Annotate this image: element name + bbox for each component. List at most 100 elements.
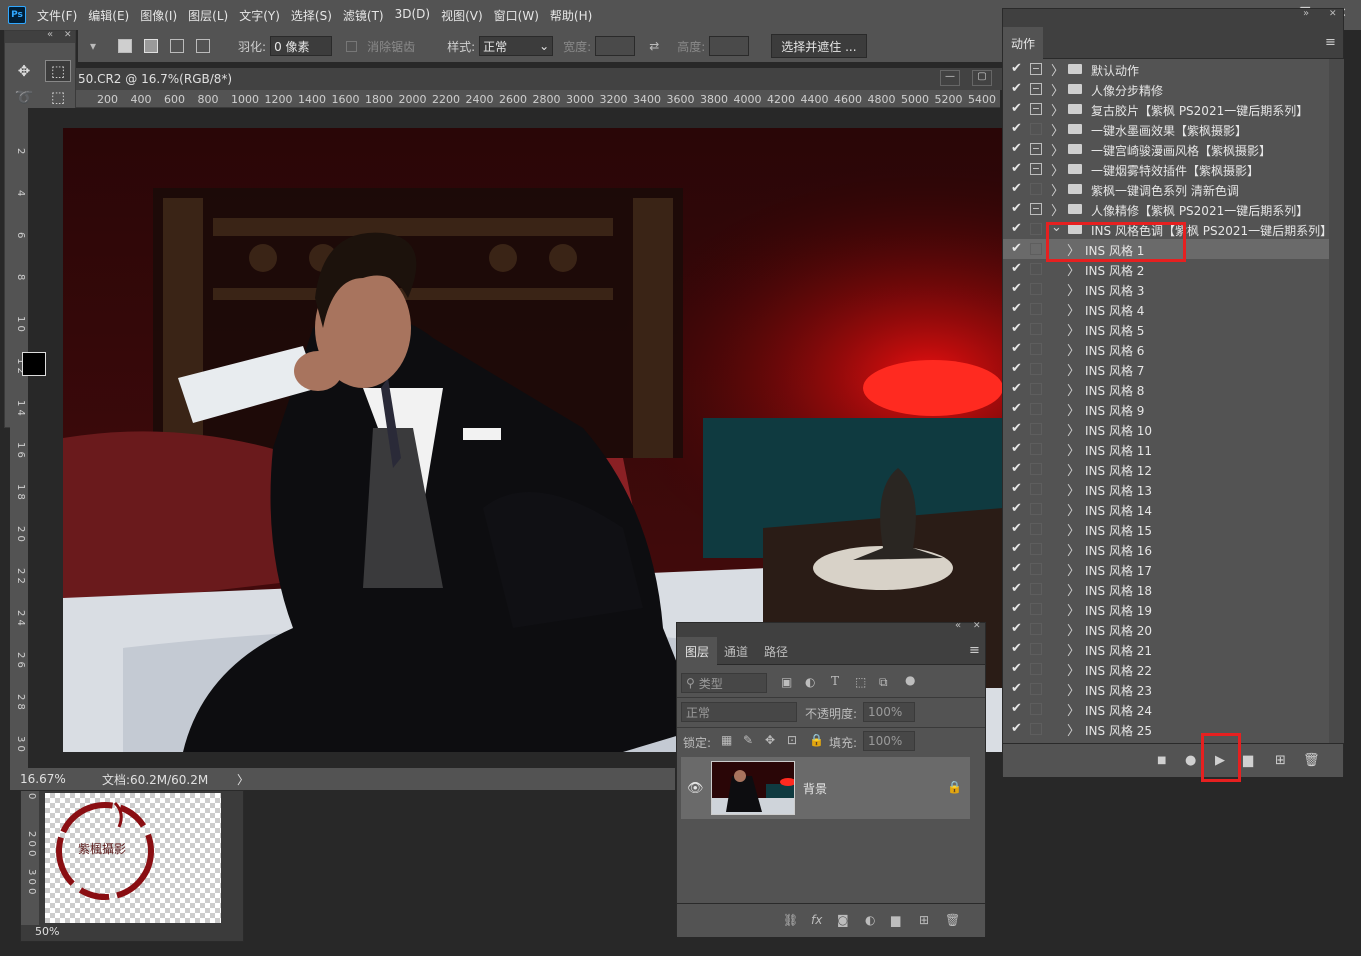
menu-item[interactable]: 3D(D) [394, 5, 431, 26]
visibility-eye-icon[interactable]: 👁 [687, 781, 704, 796]
action-row[interactable]: ✔ 〉 INS 风格 14 [1003, 499, 1329, 519]
close-icon[interactable]: ✕ [973, 621, 981, 631]
dialog-toggle-icon[interactable] [1030, 603, 1042, 615]
lock-position-icon[interactable]: ✥ [765, 733, 775, 747]
dialog-toggle-icon[interactable] [1030, 683, 1042, 695]
height-input[interactable] [709, 36, 750, 56]
chevron-right-icon[interactable]: 〉 [1067, 720, 1080, 739]
tab-paths[interactable]: 路径 [757, 637, 795, 665]
chevron-right-icon[interactable]: 〉 [1051, 180, 1064, 199]
dialog-toggle-icon[interactable] [1030, 383, 1042, 395]
toggle-check-icon[interactable]: ✔ [1011, 461, 1022, 476]
antialias-checkbox[interactable] [346, 40, 358, 52]
action-set-row[interactable]: ✔ 〉 复古胶片【紫枫 PS2021一键后期系列】 [1003, 99, 1329, 119]
filter-toggle-icon[interactable]: ● [905, 673, 915, 687]
dialog-toggle-icon[interactable] [1030, 283, 1042, 295]
action-row[interactable]: ✔ 〉 INS 风格 19 [1003, 599, 1329, 619]
fill-input[interactable]: 100% [863, 731, 915, 751]
action-row[interactable]: ✔ 〉 INS 风格 13 [1003, 479, 1329, 499]
action-row[interactable]: ✔ 〉 INS 风格 2 [1003, 259, 1329, 279]
dialog-toggle-icon[interactable] [1030, 543, 1042, 555]
chevron-right-icon[interactable]: 〉 [1067, 540, 1080, 559]
chevron-right-icon[interactable]: 〉 [1067, 660, 1080, 679]
menu-item[interactable]: 窗口(W) [493, 5, 540, 26]
action-row[interactable]: ✔ 〉 INS 风格 21 [1003, 639, 1329, 659]
stop-icon[interactable]: ■ [1157, 755, 1166, 766]
tab-channels[interactable]: 通道 [717, 637, 755, 665]
layer-filter-select[interactable]: ⚲ 类型 [681, 673, 767, 693]
chevron-right-icon[interactable]: 〉 [1067, 260, 1080, 279]
dialog-toggle-icon[interactable] [1030, 703, 1042, 715]
subtract-selection-icon[interactable] [170, 39, 185, 53]
action-row[interactable]: ✔ 〉 INS 风格 7 [1003, 359, 1329, 379]
action-row[interactable]: ✔ 〉 INS 风格 15 [1003, 519, 1329, 539]
dialog-toggle-icon[interactable] [1030, 563, 1042, 575]
action-set-row[interactable]: ✔ 〉 一键宫崎骏漫画风格【紫枫摄影】 [1003, 139, 1329, 159]
action-row[interactable]: ✔ 〉 INS 风格 12 [1003, 459, 1329, 479]
toggle-check-icon[interactable]: ✔ [1011, 101, 1022, 116]
chevron-right-icon[interactable]: 〉 [1067, 420, 1080, 439]
tab-layers[interactable]: 图层 [677, 637, 717, 665]
dialog-toggle-icon[interactable] [1030, 263, 1042, 275]
chevron-right-icon[interactable]: 〉 [1067, 380, 1080, 399]
toggle-check-icon[interactable]: ✔ [1011, 421, 1022, 436]
add-selection-icon[interactable] [144, 39, 159, 53]
dialog-toggle-icon[interactable] [1030, 663, 1042, 675]
chevron-right-icon[interactable]: 〉 [1067, 400, 1080, 419]
chevron-right-icon[interactable]: 〉 [1067, 360, 1080, 379]
toggle-check-icon[interactable]: ✔ [1011, 341, 1022, 356]
menu-item[interactable]: 滤镜(T) [342, 5, 385, 26]
chevron-right-icon[interactable]: 〉 [1051, 100, 1064, 119]
chevron-right-icon[interactable]: 〉 [1067, 500, 1080, 519]
toggle-check-icon[interactable]: ✔ [1011, 181, 1022, 196]
object-select-tool-icon[interactable]: ⬚ [45, 86, 71, 108]
dialog-toggle-icon[interactable] [1030, 363, 1042, 375]
toggle-check-icon[interactable]: ✔ [1011, 541, 1022, 556]
action-row[interactable]: ✔ 〉 INS 风格 4 [1003, 299, 1329, 319]
document-tab[interactable]: 50.CR2 @ 16.7%(RGB/8*) — ▢ [76, 68, 1006, 90]
dialog-toggle-icon[interactable] [1030, 403, 1042, 415]
toggle-check-icon[interactable]: ✔ [1011, 321, 1022, 336]
toggle-check-icon[interactable]: ✔ [1011, 361, 1022, 376]
action-row[interactable]: ✔ 〉 INS 风格 16 [1003, 539, 1329, 559]
action-row[interactable]: ✔ 〉 INS 风格 22 [1003, 659, 1329, 679]
transparent-canvas[interactable]: 紫楓攝影 [45, 793, 221, 923]
dialog-toggle-icon[interactable] [1030, 423, 1042, 435]
action-set-row[interactable]: ✔ 〉 一键水墨画效果【紫枫摄影】 [1003, 119, 1329, 139]
chevron-right-icon[interactable]: 〉 [1067, 320, 1080, 339]
action-row[interactable]: ✔ 〉 INS 风格 5 [1003, 319, 1329, 339]
dialog-toggle-icon[interactable] [1030, 103, 1042, 115]
menu-item[interactable]: 图像(I) [139, 5, 178, 26]
toggle-check-icon[interactable]: ✔ [1011, 161, 1022, 176]
toggle-check-icon[interactable]: ✔ [1011, 201, 1022, 216]
filter-adjust-icon[interactable]: ◐ [805, 675, 815, 689]
menu-item[interactable]: 帮助(H) [549, 5, 593, 26]
fx-icon[interactable]: fx [811, 913, 822, 927]
chevron-right-icon[interactable]: 〉 [1067, 620, 1080, 639]
action-row[interactable]: ✔ 〉 INS 风格 23 [1003, 679, 1329, 699]
toggle-check-icon[interactable]: ✔ [1011, 61, 1022, 76]
chevron-right-icon[interactable]: 〉 [1067, 440, 1080, 459]
preset-dropdown-icon[interactable]: ▾ [90, 39, 96, 53]
action-row[interactable]: ✔ 〉 INS 风格 10 [1003, 419, 1329, 439]
toggle-check-icon[interactable]: ✔ [1011, 561, 1022, 576]
toggle-check-icon[interactable]: ✔ [1011, 221, 1022, 236]
lock-all-icon[interactable]: 🔒 [809, 733, 824, 747]
chevron-right-icon[interactable]: 〉 [1051, 60, 1064, 79]
chevron-right-icon[interactable]: 〉 [1067, 560, 1080, 579]
dialog-toggle-icon[interactable] [1030, 143, 1042, 155]
toggle-check-icon[interactable]: ✔ [1011, 481, 1022, 496]
opacity-input[interactable]: 100% [863, 702, 915, 722]
toggle-check-icon[interactable]: ✔ [1011, 121, 1022, 136]
toggle-check-icon[interactable]: ✔ [1011, 601, 1022, 616]
dialog-toggle-icon[interactable] [1030, 63, 1042, 75]
toggle-check-icon[interactable]: ✔ [1011, 501, 1022, 516]
dialog-toggle-icon[interactable] [1030, 643, 1042, 655]
toggle-check-icon[interactable]: ✔ [1011, 301, 1022, 316]
action-row[interactable]: ✔ 〉 INS 风格 17 [1003, 559, 1329, 579]
chevron-right-icon[interactable]: 〉 [1067, 460, 1080, 479]
chevron-right-icon[interactable]: 〉 [1067, 600, 1080, 619]
toggle-check-icon[interactable]: ✔ [1011, 381, 1022, 396]
dialog-toggle-icon[interactable] [1030, 443, 1042, 455]
filter-pixel-icon[interactable]: ▣ [781, 675, 792, 689]
